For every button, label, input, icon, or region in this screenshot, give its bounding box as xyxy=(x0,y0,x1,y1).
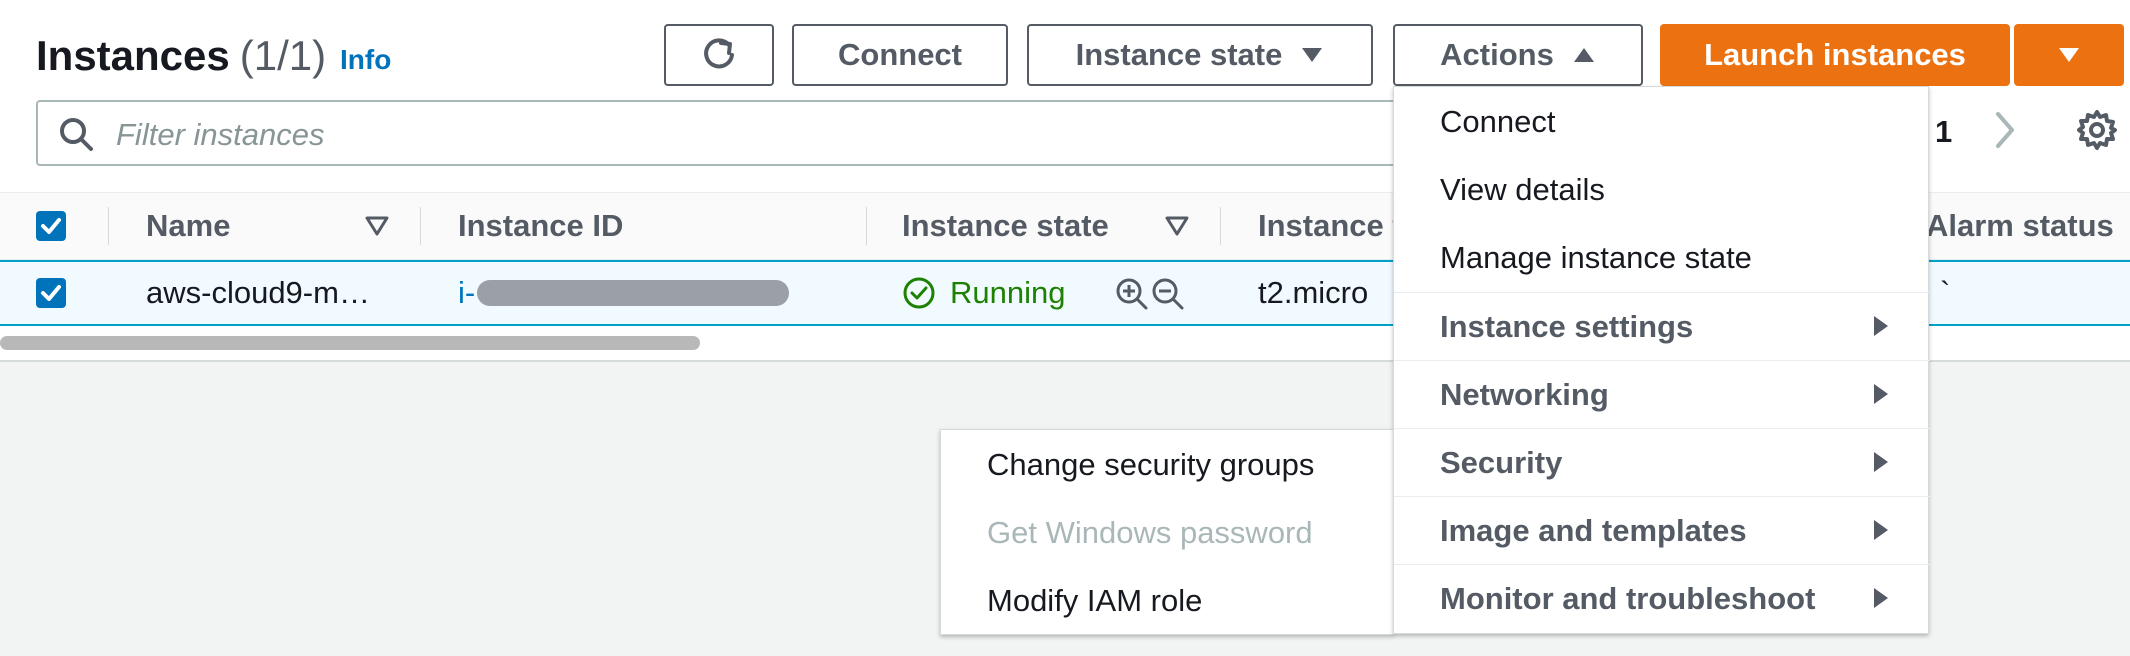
caret-right-icon xyxy=(1874,316,1888,336)
instance-state-value: Running xyxy=(950,275,1066,310)
launch-instances-label: Launch instances xyxy=(1704,37,1966,72)
alarm-status-value: ` xyxy=(1940,275,1951,310)
menu-group-networking[interactable]: Networking xyxy=(1394,360,1930,428)
column-divider xyxy=(108,207,109,245)
row-checkbox[interactable] xyxy=(36,278,66,308)
select-all-checkbox[interactable] xyxy=(36,211,66,241)
caret-up-icon xyxy=(1573,48,1594,62)
menu-item-change-security-groups[interactable]: Change security groups xyxy=(941,431,1395,499)
actions-button-label: Actions xyxy=(1440,37,1554,72)
menu-group-monitor-and-troubleshoot[interactable]: Monitor and troubleshoot xyxy=(1394,564,1930,632)
sort-icon[interactable] xyxy=(1164,215,1190,237)
launch-instances-button[interactable]: Launch instances xyxy=(1660,24,2010,86)
menu-group-label: Security xyxy=(1440,444,1563,480)
zoom-out-icon[interactable] xyxy=(1150,276,1186,312)
menu-group-security[interactable]: Security xyxy=(1394,428,1930,496)
caret-down-icon xyxy=(2059,48,2079,62)
connect-button[interactable]: Connect xyxy=(792,24,1008,86)
caret-right-icon xyxy=(1874,520,1888,540)
caret-right-icon xyxy=(1874,384,1888,404)
caret-right-icon xyxy=(1874,588,1888,608)
refresh-icon xyxy=(704,38,734,69)
menu-item-manage-instance-state[interactable]: Manage instance state xyxy=(1394,224,1930,292)
launch-options-button[interactable] xyxy=(2014,24,2124,86)
page-title: Instances (1/1) xyxy=(36,28,326,84)
zoom-in-icon[interactable] xyxy=(1114,276,1150,312)
caret-down-icon xyxy=(1302,48,1323,62)
column-header-name[interactable]: Name xyxy=(146,193,230,259)
instance-id-prefix: i- xyxy=(458,275,476,310)
menu-group-label: Networking xyxy=(1440,376,1609,412)
check-circle-icon xyxy=(903,277,935,309)
column-header-instance-state[interactable]: Instance state xyxy=(902,193,1109,259)
gear-icon[interactable] xyxy=(2075,108,2119,152)
menu-group-label: Image and templates xyxy=(1440,512,1747,548)
menu-item-get-windows-password: Get Windows password xyxy=(987,515,1313,550)
redacted-instance-id xyxy=(477,280,790,306)
menu-group-label: Monitor and troubleshoot xyxy=(1440,580,1816,616)
current-page-number[interactable]: 1 xyxy=(1935,112,1952,152)
menu-item-modify-iam-role[interactable]: Modify IAM role xyxy=(941,567,1395,635)
filter-instances-input[interactable] xyxy=(114,110,1418,160)
filter-instances-search xyxy=(36,100,1496,166)
column-header-instance-id[interactable]: Instance ID xyxy=(458,193,623,259)
chevron-right-icon[interactable] xyxy=(1990,108,2020,152)
instance-state-button-label: Instance state xyxy=(1075,37,1283,72)
check-icon xyxy=(41,218,61,234)
info-link[interactable]: Info xyxy=(340,44,391,76)
instance-state-button[interactable]: Instance state xyxy=(1027,24,1373,86)
sort-icon[interactable] xyxy=(364,215,390,237)
refresh-button[interactable] xyxy=(664,24,774,86)
menu-item-connect[interactable]: Connect xyxy=(1394,88,1930,156)
menu-item-view-details[interactable]: View details xyxy=(1394,156,1930,224)
horizontal-scrollbar[interactable] xyxy=(0,336,700,350)
search-icon xyxy=(60,118,93,151)
instance-type-value: t2.micro xyxy=(1258,275,1369,310)
column-divider xyxy=(420,207,421,245)
security-submenu: Change security groups Get Windows passw… xyxy=(940,429,1394,635)
column-header-alarm-status[interactable]: Alarm status xyxy=(1926,193,2114,259)
menu-group-image-and-templates[interactable]: Image and templates xyxy=(1394,496,1930,564)
caret-right-icon xyxy=(1874,452,1888,472)
instance-state-cell: Running xyxy=(902,262,1065,324)
actions-button[interactable]: Actions xyxy=(1393,24,1643,86)
check-icon xyxy=(41,285,61,301)
column-divider xyxy=(866,207,867,245)
instance-name: aws-cloud9-m… xyxy=(146,275,370,310)
column-header-instance-type[interactable]: Instance t xyxy=(1258,193,1403,259)
connect-button-label: Connect xyxy=(838,37,962,72)
menu-group-instance-settings[interactable]: Instance settings xyxy=(1394,292,1930,360)
menu-group-label: Instance settings xyxy=(1440,308,1694,344)
instance-id-link[interactable]: i- xyxy=(458,262,790,324)
column-divider xyxy=(1220,207,1221,245)
page-title-text: Instances xyxy=(36,32,230,79)
instance-count: (1/1) xyxy=(239,32,327,79)
actions-dropdown-menu: Connect View details Manage instance sta… xyxy=(1393,86,1930,634)
